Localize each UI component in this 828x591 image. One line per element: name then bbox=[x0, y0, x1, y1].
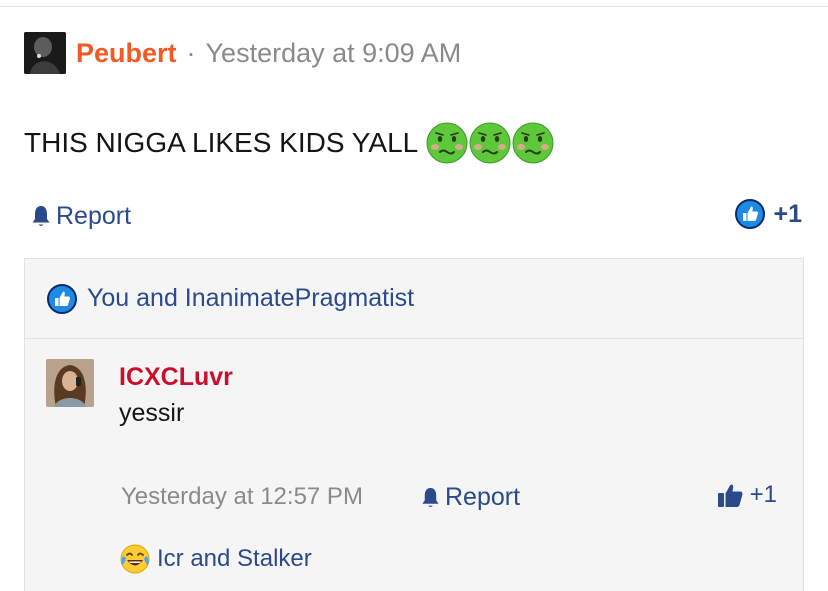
comment-timestamp[interactable]: Yesterday at 12:57 PM bbox=[121, 483, 363, 511]
reactions-summary[interactable]: You and InanimatePragmatist bbox=[25, 259, 803, 339]
bell-icon bbox=[422, 487, 439, 508]
avatar-photo bbox=[24, 32, 66, 74]
comment-like-count: +1 bbox=[749, 481, 777, 508]
post-body: THIS NIGGA LIKES KIDS YALL bbox=[24, 118, 555, 168]
report-button[interactable]: Report bbox=[30, 200, 131, 232]
avatar-photo bbox=[46, 359, 94, 407]
nauseated-face-icon bbox=[426, 122, 468, 164]
comment-reacted-by: Icr and Stalker bbox=[157, 545, 312, 572]
comment-text: yessir bbox=[119, 399, 185, 427]
thumbs-up-icon bbox=[717, 484, 743, 507]
post-timestamp[interactable]: Yesterday at 9:09 AM bbox=[206, 38, 462, 69]
post-author-link[interactable]: Peubert bbox=[76, 38, 177, 69]
post-text: THIS NIGGA LIKES KIDS YALL bbox=[24, 127, 419, 158]
report-label: Report bbox=[445, 483, 521, 511]
comment-report-button[interactable]: Report bbox=[420, 483, 520, 512]
comment-like-button[interactable]: +1 bbox=[717, 481, 777, 509]
emoji-row bbox=[426, 122, 555, 164]
avatar[interactable] bbox=[24, 32, 66, 74]
nauseated-face-icon bbox=[512, 122, 554, 164]
report-label: Report bbox=[56, 201, 132, 230]
bell-icon bbox=[32, 206, 50, 226]
post-header: Peubert · Yesterday at 9:09 AM bbox=[24, 32, 461, 74]
like-badge-icon bbox=[47, 283, 77, 314]
nauseated-face-icon bbox=[469, 122, 511, 164]
comment-reactions-summary[interactable]: Icr and Stalker bbox=[119, 543, 312, 575]
comment-item: ICXCLuvr yessir Yesterday at 12:57 PM Re… bbox=[25, 339, 803, 591]
top-divider bbox=[0, 6, 828, 7]
like-badge-icon bbox=[735, 199, 766, 229]
like-button[interactable]: +1 bbox=[735, 198, 802, 230]
comments-panel: You and InanimatePragmatist ICXCLuvr yes… bbox=[24, 258, 804, 591]
like-count: +1 bbox=[773, 199, 802, 228]
avatar[interactable] bbox=[46, 359, 94, 407]
tears-of-joy-icon bbox=[120, 544, 150, 574]
separator: · bbox=[186, 37, 196, 68]
reactions-text: You and InanimatePragmatist bbox=[87, 284, 415, 312]
comment-author-link[interactable]: ICXCLuvr bbox=[119, 363, 233, 392]
